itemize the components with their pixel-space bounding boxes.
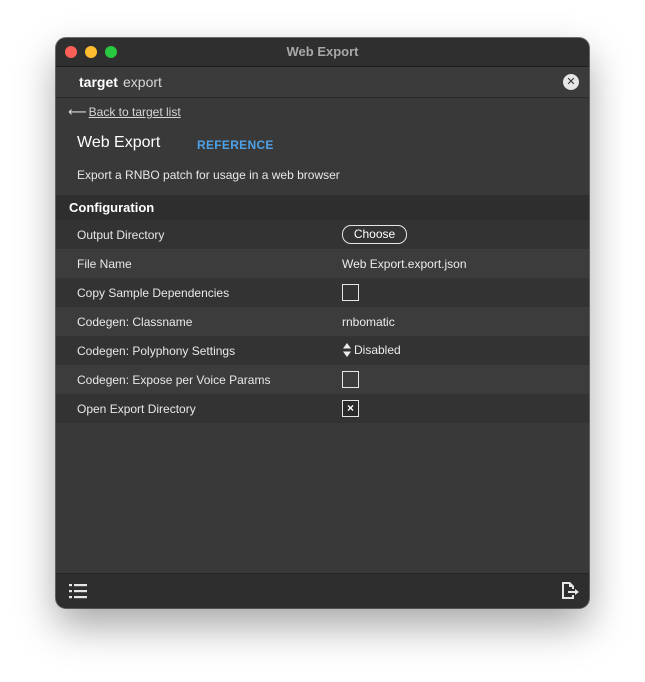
title-bar[interactable]: Web Export: [56, 38, 589, 67]
checkmark-x-icon: ×: [346, 401, 354, 415]
page-title: Web Export: [77, 134, 161, 151]
arrow-left-icon: ⟵: [68, 104, 87, 119]
page-description: Export a RNBO patch for usage in a web b…: [77, 168, 340, 182]
configuration-section-header: Configuration: [56, 195, 589, 220]
section-title: Configuration: [69, 200, 155, 215]
expose-voice-params-checkbox[interactable]: [342, 371, 359, 388]
codegen-polyphony-label: Codegen: Polyphony Settings: [77, 344, 236, 358]
config-row-output-directory: Output Directory Choose: [56, 220, 589, 249]
open-export-directory-label: Open Export Directory: [77, 402, 196, 416]
reference-link[interactable]: REFERENCE: [197, 138, 274, 152]
expose-voice-params-label: Codegen: Expose per Voice Params: [77, 373, 271, 387]
close-icon[interactable]: ✕: [563, 74, 579, 90]
web-export-window: Web Export target export ✕ ⟵ Back to targ…: [56, 38, 589, 608]
choose-directory-button[interactable]: Choose: [342, 225, 407, 244]
config-row-copy-sample-dependencies: Copy Sample Dependencies: [56, 278, 589, 307]
back-to-target-list-link[interactable]: ⟵ Back to target list: [68, 104, 181, 120]
export-document-icon[interactable]: [560, 581, 579, 600]
tab-bar: target export ✕: [56, 67, 589, 98]
polyphony-select-value[interactable]: Disabled: [354, 343, 401, 357]
config-row-open-export-directory: Open Export Directory ×: [56, 394, 589, 423]
tab-export-label: export: [123, 74, 162, 90]
codegen-classname-value[interactable]: rnbomatic: [342, 315, 395, 329]
up-down-stepper-icon[interactable]: [342, 342, 352, 358]
tab-target-label: target: [79, 74, 118, 90]
config-row-codegen-polyphony: Codegen: Polyphony Settings Disabled: [56, 336, 589, 365]
list-icon[interactable]: [69, 583, 87, 599]
file-name-label: File Name: [77, 257, 132, 271]
config-row-codegen-classname: Codegen: Classname rnbomatic: [56, 307, 589, 336]
open-export-directory-checkbox[interactable]: ×: [342, 400, 359, 417]
copy-sample-dependencies-label: Copy Sample Dependencies: [77, 286, 230, 300]
configuration-list: Output Directory Choose File Name Web Ex…: [56, 220, 589, 423]
output-directory-label: Output Directory: [77, 228, 165, 242]
copy-sample-dependencies-checkbox[interactable]: [342, 284, 359, 301]
codegen-classname-label: Codegen: Classname: [77, 315, 193, 329]
window-title: Web Export: [286, 44, 359, 59]
bottom-toolbar: [56, 573, 589, 608]
back-link-label: Back to target list: [88, 105, 181, 119]
file-name-value[interactable]: Web Export.export.json: [342, 257, 467, 271]
config-row-file-name: File Name Web Export.export.json: [56, 249, 589, 278]
config-row-expose-voice-params: Codegen: Expose per Voice Params: [56, 365, 589, 394]
